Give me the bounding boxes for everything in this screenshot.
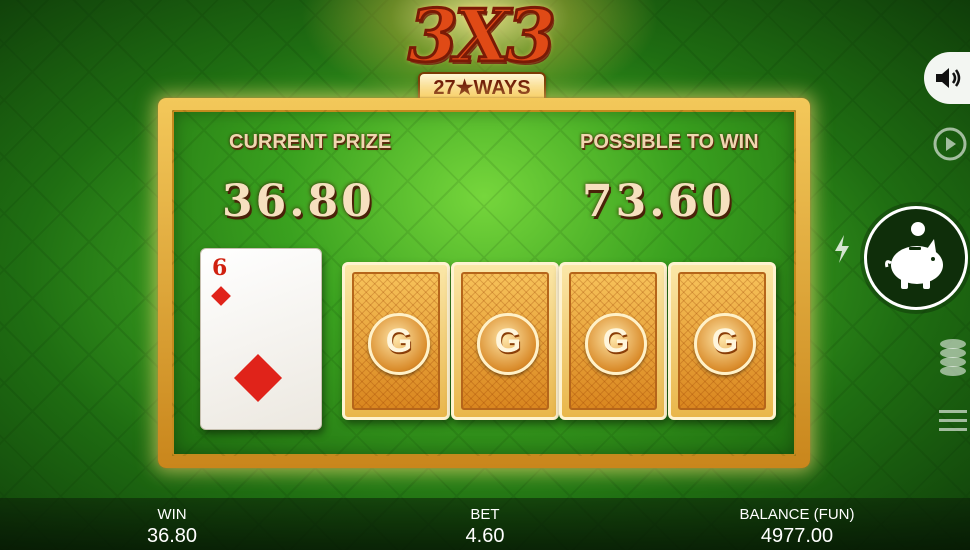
- game-logo: 3X3 27★WAYS: [380, 0, 580, 106]
- hidden-card-4[interactable]: G: [668, 262, 776, 420]
- hidden-card-1[interactable]: G: [342, 262, 450, 420]
- win-label: WIN: [157, 506, 187, 523]
- autoplay-button[interactable]: [930, 124, 970, 164]
- balance-label: BALANCE (FUN): [739, 506, 855, 523]
- piggy-bank-icon: [885, 222, 943, 289]
- autoplay-icon: [933, 127, 967, 161]
- win-stat: WIN 36.80: [122, 506, 222, 548]
- card-emblem: G: [385, 322, 413, 360]
- menu-icon: [939, 410, 967, 431]
- bet-label: BET: [470, 506, 500, 523]
- diamond-suit-icon: [211, 286, 231, 306]
- coin-stack-icon: [940, 339, 966, 376]
- possible-to-win-value: 73.60: [582, 176, 735, 227]
- possible-to-win-label: POSSIBLE TO WIN: [580, 131, 759, 153]
- logo-title: 3X3: [406, 0, 557, 78]
- card-emblem: G: [711, 322, 739, 360]
- revealed-card: 6: [200, 248, 322, 430]
- speaker-icon: [936, 68, 961, 88]
- current-prize-label: CURRENT PRIZE: [229, 131, 392, 153]
- hidden-card-2[interactable]: G: [451, 262, 559, 420]
- lightning-icon: [835, 235, 849, 263]
- g-emblem-icon: G: [585, 313, 647, 375]
- g-emblem-icon: G: [477, 313, 539, 375]
- card-emblem: G: [494, 322, 522, 360]
- bet-value: 4.60: [465, 525, 505, 547]
- balance-stat: BALANCE (FUN) 4977.00: [727, 506, 867, 548]
- sound-button[interactable]: [924, 52, 970, 104]
- g-emblem-icon: G: [368, 313, 430, 375]
- bet-stat[interactable]: BET 4.60: [435, 506, 535, 548]
- menu-button[interactable]: [936, 406, 970, 436]
- current-prize-value: 36.80: [222, 176, 375, 227]
- card-rank: 6: [212, 255, 228, 281]
- turbo-button[interactable]: [832, 234, 852, 264]
- hidden-card-3[interactable]: G: [559, 262, 667, 420]
- balance-value: 4977.00: [760, 525, 834, 547]
- piggy-bank-button[interactable]: [864, 206, 968, 310]
- g-emblem-icon: G: [694, 313, 756, 375]
- win-value: 36.80: [146, 525, 198, 547]
- card-emblem: G: [602, 322, 630, 360]
- bet-button[interactable]: [936, 336, 970, 376]
- diamond-suit-icon: [233, 353, 283, 403]
